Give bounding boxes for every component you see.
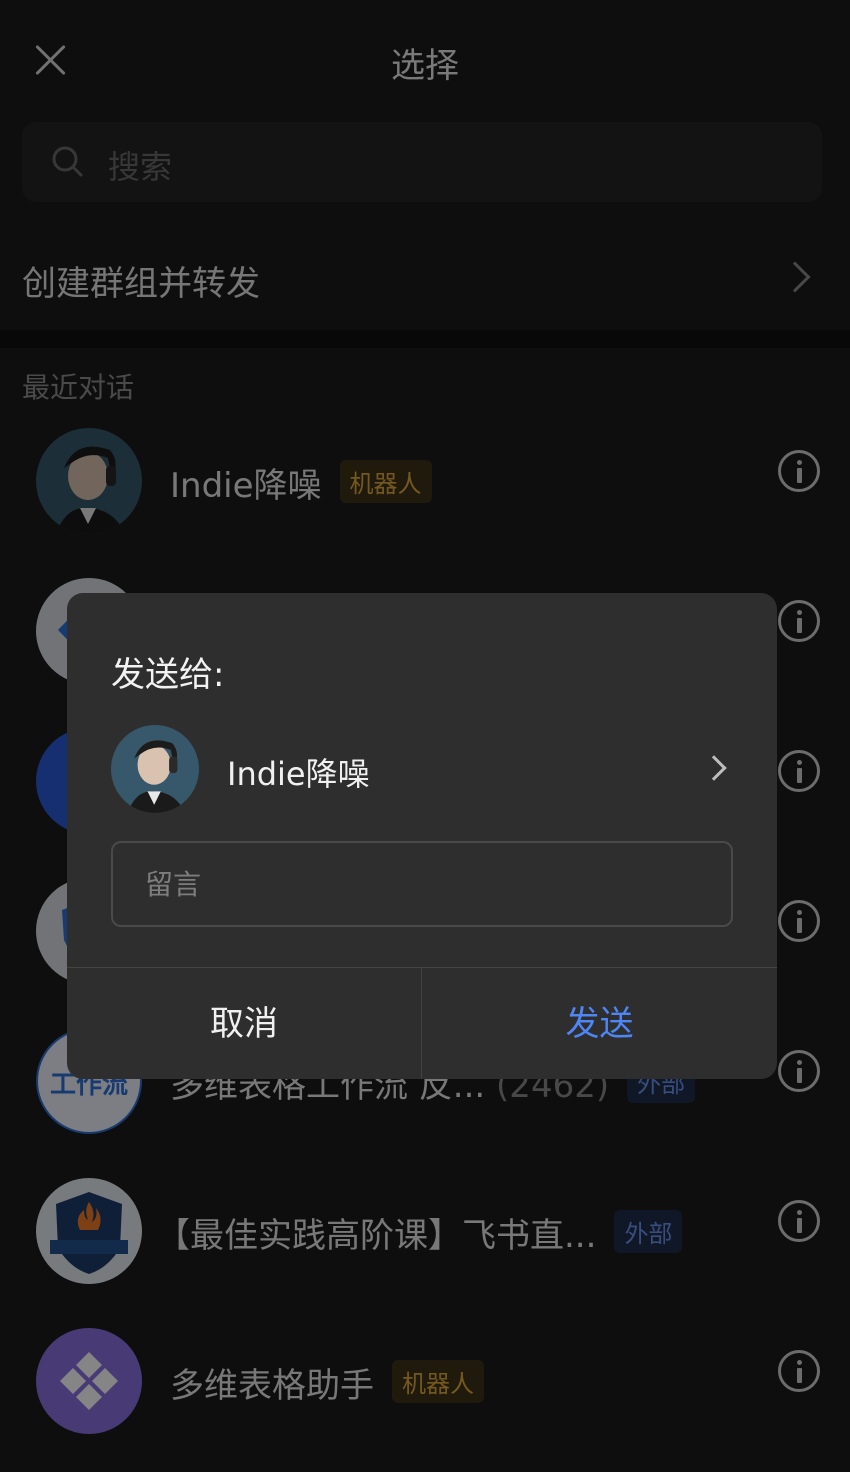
recipient-row[interactable]: Indie降噪 — [67, 723, 777, 817]
send-to-dialog: 发送给: Indie降噪 取消 发送 — [67, 593, 777, 1079]
dialog-heading: 发送给: — [111, 655, 225, 695]
message-input[interactable] — [111, 841, 733, 927]
recipient-avatar — [111, 725, 199, 813]
dialog-actions: 取消 发送 — [67, 967, 777, 1079]
send-button[interactable]: 发送 — [422, 968, 777, 1079]
recipient-name: Indie降噪 — [227, 755, 370, 793]
chevron-right-icon — [701, 755, 727, 781]
cancel-button[interactable]: 取消 — [67, 968, 422, 1079]
